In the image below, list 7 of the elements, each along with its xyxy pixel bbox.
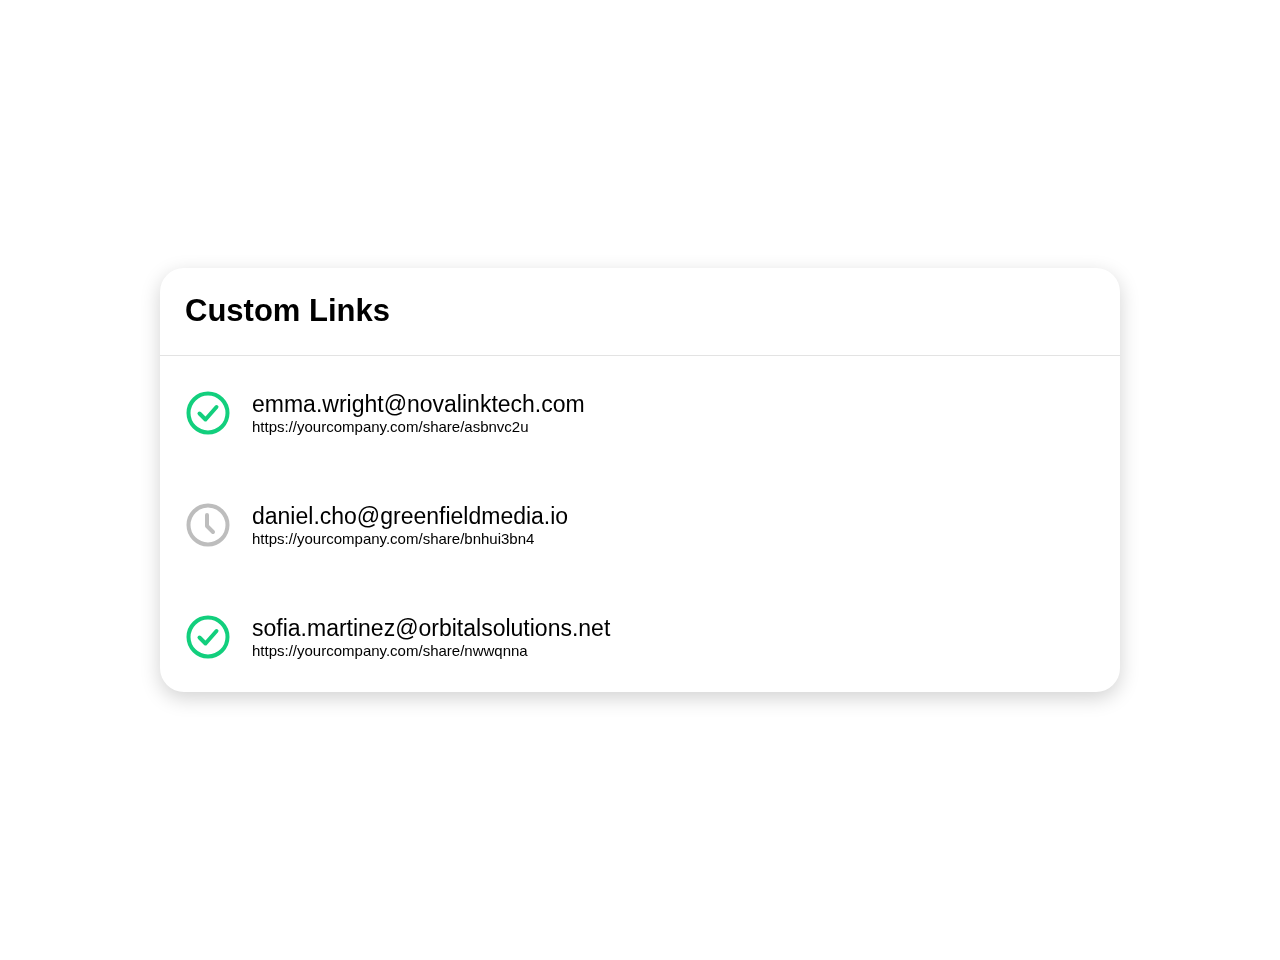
- card-title: Custom Links: [185, 292, 390, 331]
- email-address: emma.wright@novalinktech.com: [252, 390, 585, 418]
- email-address: daniel.cho@greenfieldmedia.io: [252, 502, 569, 530]
- share-url: https://yourcompany.com/share/bnhui3bn4: [252, 530, 536, 548]
- share-url: https://yourcompany.com/share/asbnvc2u: [252, 418, 530, 436]
- share-url: https://yourcompany.com/share/nwwqnna: [252, 642, 529, 660]
- email-address: sofia.martinez@orbitalsolutions.net: [252, 614, 611, 642]
